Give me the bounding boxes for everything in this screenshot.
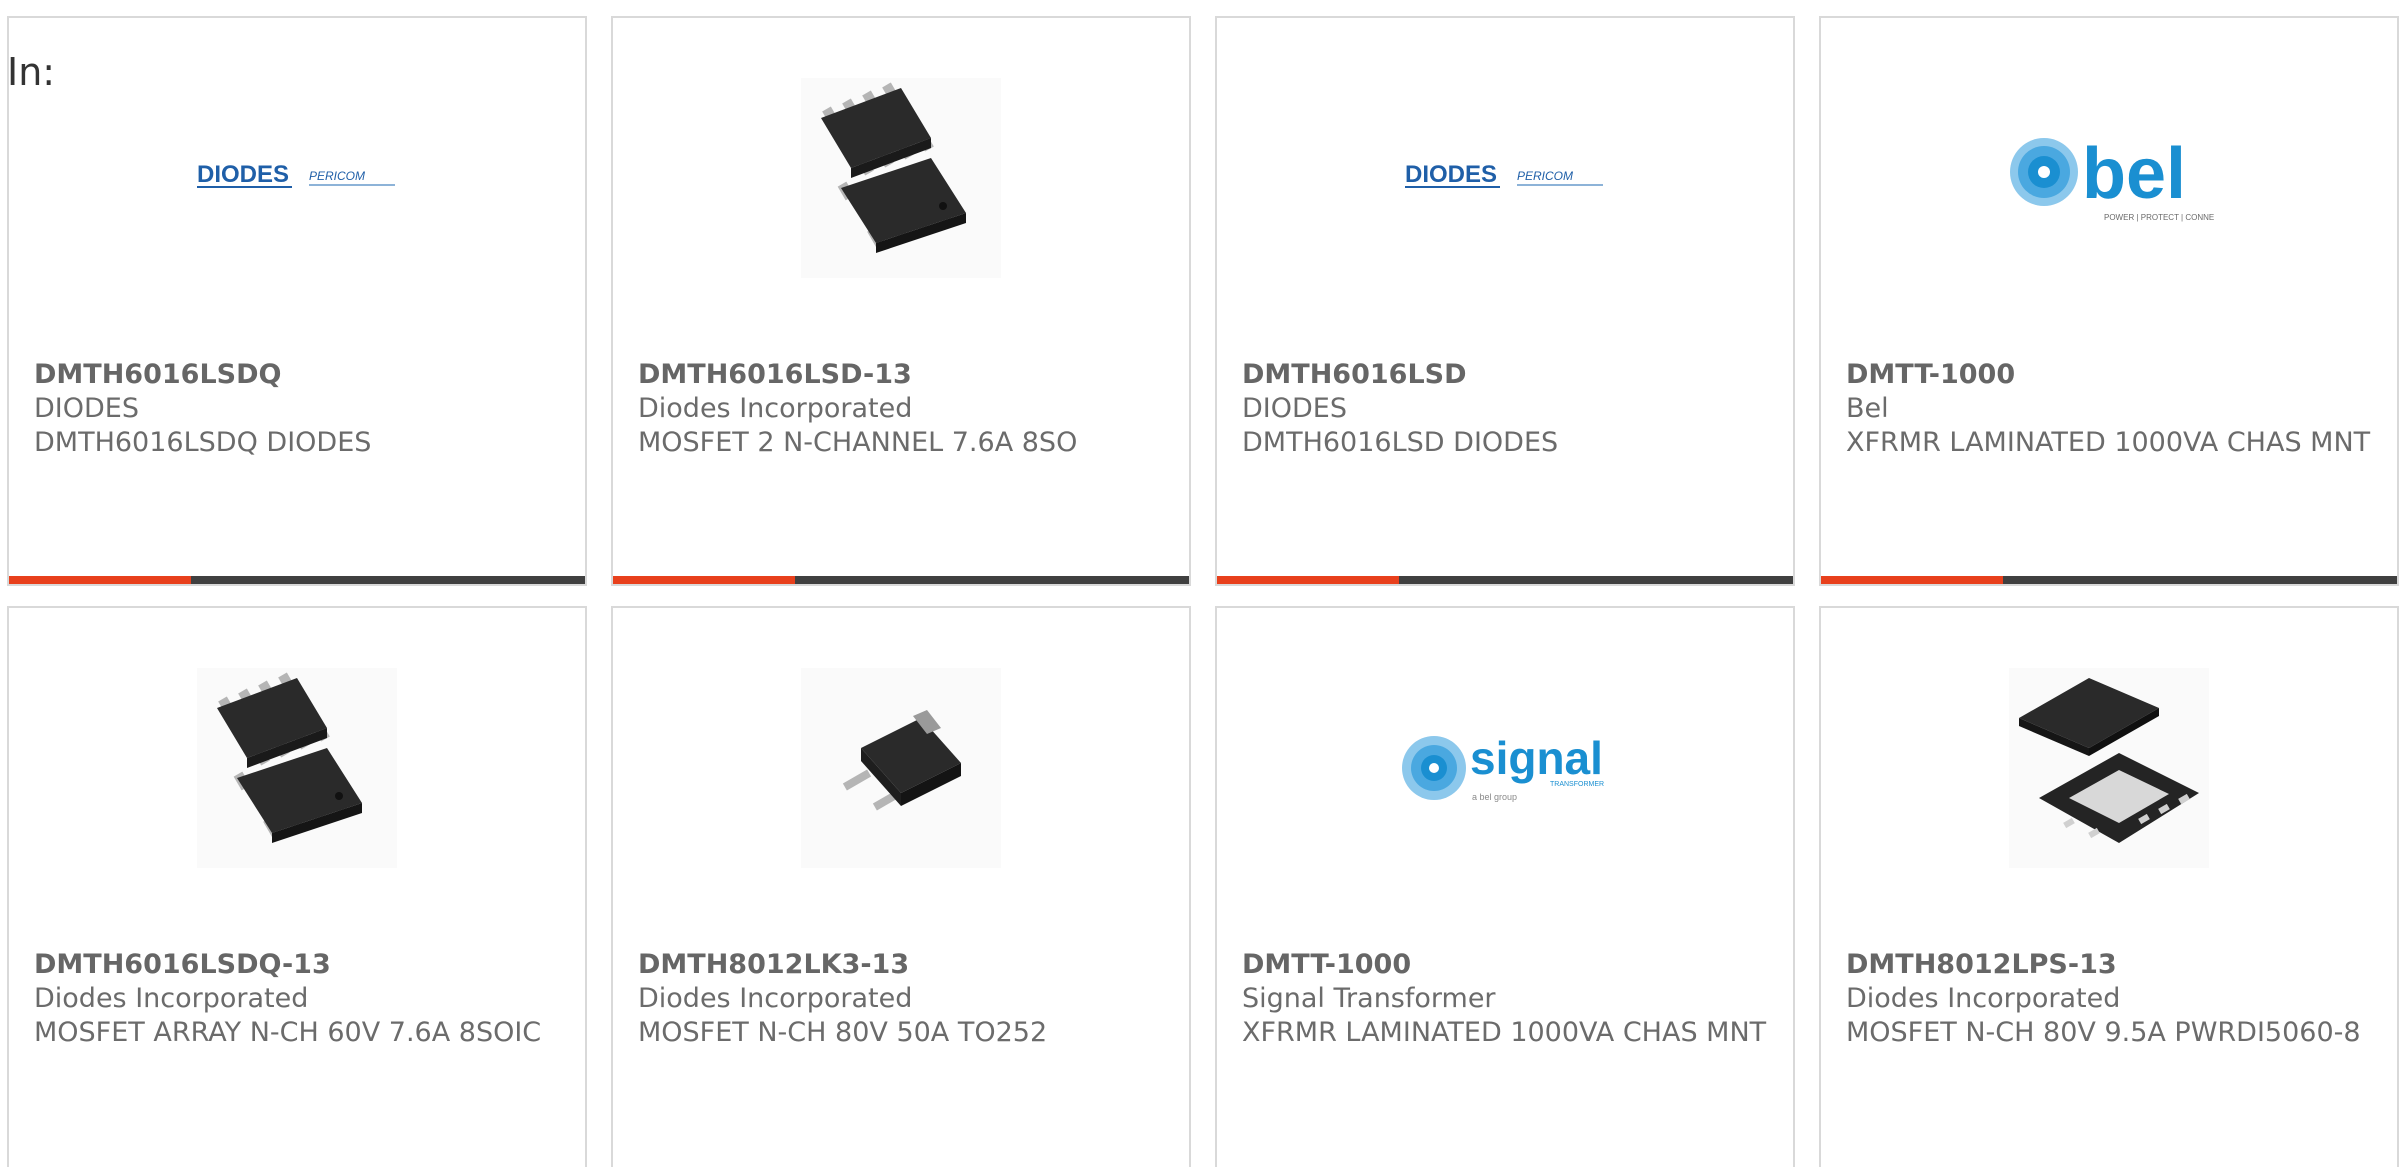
description: DMTH6016LSD DIODES [1242,427,1559,458]
manufacturer: DIODES [34,393,139,424]
part-number[interactable]: DMTH6016LSD-13 [638,358,1169,392]
description: MOSFET ARRAY N-CH 60V 7.6A 8SOIC [34,1017,542,1048]
logo-text: DIODES [197,161,289,188]
part-number[interactable]: DMTH8012LK3-13 [638,948,1169,982]
logo-text: DIODES [1405,161,1497,188]
manufacturer: Diodes Incorporated [1846,983,2121,1014]
product-image[interactable]: signal TRANSFORMER a bel group [1217,668,1793,868]
product-info: DMTH6016LSD-13 Diodes Incorporated MOSFE… [638,358,1169,460]
product-results-page: DIODES PERICOM DMTH6016LSDQ DIODES DMTH6… [0,0,2400,1167]
product-image[interactable] [613,78,1189,278]
card-bottom-bar [1821,576,2397,584]
logo-text: signal [1470,732,1603,784]
product-image[interactable] [1821,668,2397,868]
product-card[interactable]: DMTH8012LPS-13 Diodes Incorporated MOSFE… [1819,606,2399,1167]
card-accent-bar [1821,576,2003,584]
manufacturer: Diodes Incorporated [638,983,913,1014]
product-card[interactable]: DMTH6016LSD-13 Diodes Incorporated MOSFE… [611,16,1191,586]
description: XFRMR LAMINATED 1000VA CHAS MNT [1846,427,2371,458]
product-info: DMTH6016LSDQ-13 Diodes Incorporated MOSF… [34,948,565,1050]
bel-logo-icon: bel POWER | PROTECT | CONNECT [2010,134,2214,222]
manufacturer: Signal Transformer [1242,983,1496,1014]
logo-text: TRANSFORMER [1550,781,1604,788]
product-image[interactable] [613,668,1189,868]
product-info: DMTH6016LSDQ DIODES DMTH6016LSDQ DIODES [34,358,565,460]
product-info: DMTH8012LPS-13 Diodes Incorporated MOSFE… [1846,948,2377,1050]
product-card[interactable]: DIODES PERICOM DMTH6016LSD DIODES DMTH60… [1215,16,1795,586]
description: XFRMR LAMINATED 1000VA CHAS MNT [1242,1017,1767,1048]
product-grid: DIODES PERICOM DMTH6016LSDQ DIODES DMTH6… [7,16,2400,1167]
diodes-pericom-logo-icon: DIODES PERICOM [1405,161,1603,188]
description: MOSFET 2 N-CHANNEL 7.6A 8SO [638,427,1078,458]
product-card[interactable]: bel POWER | PROTECT | CONNECT DMTT-1000 … [1819,16,2399,586]
part-number[interactable]: DMTH8012LPS-13 [1846,948,2377,982]
soic8-package-icon [801,78,1001,278]
description: MOSFET N-CH 80V 9.5A PWRDI5060-8 [1846,1017,2361,1048]
product-card[interactable]: DMTH8012LK3-13 Diodes Incorporated MOSFE… [611,606,1191,1167]
signal-transformer-logo-icon: signal TRANSFORMER a bel group [1402,732,1604,802]
diodes-pericom-logo-icon: DIODES PERICOM [197,161,395,188]
manufacturer: Diodes Incorporated [638,393,913,424]
product-card[interactable]: DIODES PERICOM DMTH6016LSDQ DIODES DMTH6… [7,16,587,586]
logo-text: bel [2082,134,2186,214]
manufacturer: DIODES [1242,393,1347,424]
in-label: In: [7,50,56,94]
product-image[interactable]: bel POWER | PROTECT | CONNECT [1821,78,2397,278]
product-image[interactable]: DIODES PERICOM [9,78,585,278]
product-card[interactable]: DMTH6016LSDQ-13 Diodes Incorporated MOSF… [7,606,587,1167]
card-bottom-bar [1217,576,1793,584]
part-number[interactable]: DMTH6016LSD [1242,358,1773,392]
powerdi5060-package-icon [2009,668,2209,868]
logo-text: PERICOM [309,169,365,183]
manufacturer: Diodes Incorporated [34,983,309,1014]
product-card[interactable]: signal TRANSFORMER a bel group DMTT-1000… [1215,606,1795,1167]
soic8-package-icon [197,668,397,868]
logo-text: POWER | PROTECT | CONNECT [2104,213,2214,222]
description: MOSFET N-CH 80V 50A TO252 [638,1017,1048,1048]
to252-package-icon [801,668,1001,868]
product-image[interactable] [9,668,585,868]
part-number[interactable]: DMTH6016LSDQ-13 [34,948,565,982]
product-image[interactable]: DIODES PERICOM [1217,78,1793,278]
product-info: DMTT-1000 Signal Transformer XFRMR LAMIN… [1242,948,1773,1050]
card-accent-bar [1217,576,1399,584]
card-accent-bar [9,576,191,584]
product-info: DMTT-1000 Bel XFRMR LAMINATED 1000VA CHA… [1846,358,2377,460]
part-number[interactable]: DMTH6016LSDQ [34,358,565,392]
manufacturer: Bel [1846,393,1889,424]
card-accent-bar [613,576,795,584]
product-info: DMTH8012LK3-13 Diodes Incorporated MOSFE… [638,948,1169,1050]
part-number[interactable]: DMTT-1000 [1242,948,1773,982]
logo-text: a bel group [1472,792,1517,802]
card-bottom-bar [613,576,1189,584]
card-bottom-bar [9,576,585,584]
logo-text: PERICOM [1517,169,1573,183]
description: DMTH6016LSDQ DIODES [34,427,372,458]
part-number[interactable]: DMTT-1000 [1846,358,2377,392]
product-info: DMTH6016LSD DIODES DMTH6016LSD DIODES [1242,358,1773,460]
